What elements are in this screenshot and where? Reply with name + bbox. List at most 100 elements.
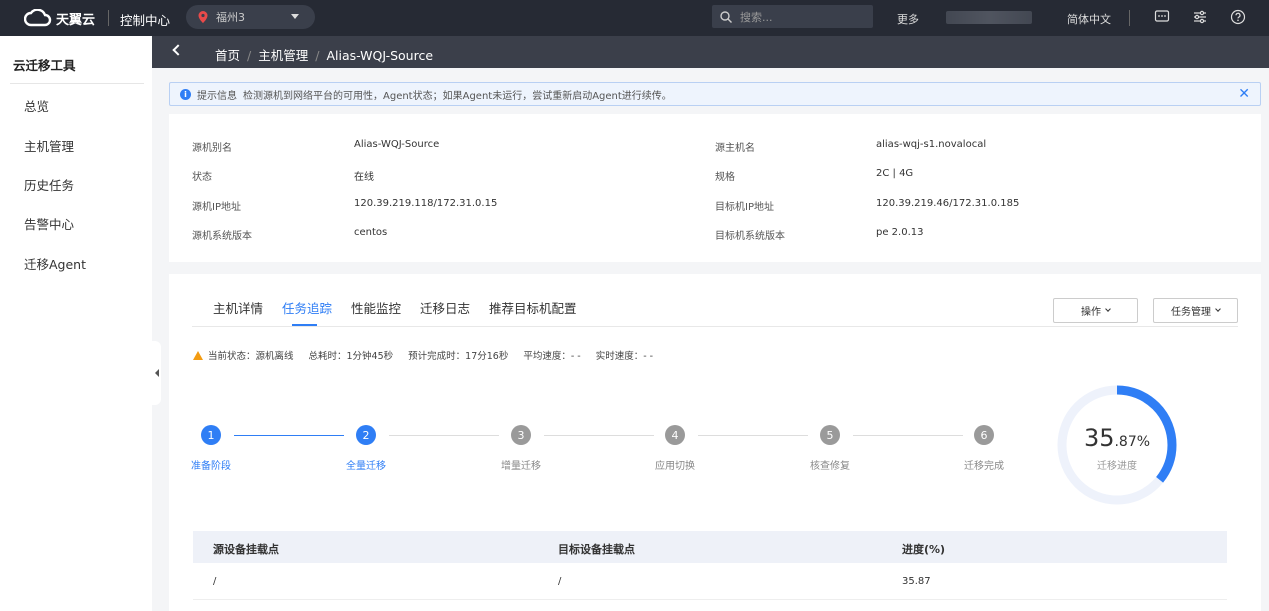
- step-6-label: 迁移完成: [964, 461, 1004, 472]
- realtime-speed: 实时速度：- -: [595, 351, 654, 362]
- label-source-ip: 源机IP地址: [192, 202, 241, 213]
- region-label: 福州3: [216, 11, 245, 24]
- breadcrumb: 首页 / 主机管理 / Alias-WQJ-Source: [215, 48, 434, 63]
- tab-task-tracking[interactable]: 任务追踪: [282, 298, 332, 317]
- column-header-source-mount: 源设备挂载点: [213, 543, 279, 556]
- cell-source-mount: /: [213, 576, 217, 587]
- progress-percent-int: 35: [1083, 424, 1115, 452]
- sidebar-item-overview[interactable]: 总览: [24, 96, 49, 115]
- step-connector: [544, 435, 654, 436]
- step-2-circle: 2: [356, 425, 376, 445]
- cloud-logo-icon: [24, 9, 52, 27]
- breadcrumb-host-management[interactable]: 主机管理: [258, 48, 308, 63]
- chevron-down-icon: [1215, 306, 1221, 312]
- step-3-circle: 3: [511, 425, 531, 445]
- sidebar-item-migration-agent[interactable]: 迁移Agent: [24, 254, 86, 273]
- tab-recommended-target-config[interactable]: 推荐目标机配置: [489, 298, 577, 317]
- sidebar-title: 云迁移工具: [13, 58, 76, 73]
- table-row: / / 35.87: [193, 563, 1227, 600]
- step-4-circle: 4: [665, 425, 685, 445]
- current-status: 当前状态：源机离线: [208, 351, 294, 362]
- column-header-progress: 进度(%): [902, 543, 946, 556]
- tab-divider: [192, 326, 1238, 327]
- cell-target-mount: /: [558, 576, 562, 587]
- close-icon[interactable]: ✕: [1238, 86, 1250, 102]
- value-source-os: centos: [354, 227, 388, 238]
- top-navbar: 天翼云 控制中心 福州3 搜索... 更多 简体中文: [0, 0, 1269, 36]
- alert-title: 提示信息: [197, 90, 237, 102]
- table-header: 源设备挂载点 目标设备挂载点 进度(%): [193, 531, 1227, 563]
- operate-label: 操作: [1081, 307, 1101, 318]
- progress-label: 迁移进度: [1097, 461, 1137, 472]
- value-spec: 2C | 4G: [876, 168, 914, 179]
- elapsed-time: 总耗时：1分钟45秒: [308, 351, 394, 362]
- value-target-os: pe 2.0.13: [876, 227, 924, 238]
- step-1-label: 准备阶段: [191, 461, 231, 472]
- step-6-circle: 6: [974, 425, 994, 445]
- search-placeholder: 搜索...: [740, 10, 773, 24]
- console-link[interactable]: 控制中心: [120, 10, 170, 29]
- cell-progress: 35.87: [902, 576, 931, 587]
- divider: [1129, 10, 1130, 26]
- tab-migration-log[interactable]: 迁移日志: [420, 298, 470, 317]
- breadcrumb-bar: 首页 / 主机管理 / Alias-WQJ-Source: [152, 36, 1269, 68]
- tab-performance-monitor[interactable]: 性能监控: [351, 298, 401, 317]
- label-target-os: 目标机系统版本: [715, 231, 785, 242]
- settings-sliders-icon[interactable]: [1192, 9, 1208, 25]
- step-connector: [234, 435, 344, 436]
- host-info-card: 源机别名 Alias-WQJ-Source 状态 在线 源机IP地址 120.3…: [169, 114, 1261, 262]
- value-status: 在线: [354, 172, 374, 183]
- average-speed: 平均速度：- -: [523, 351, 581, 362]
- info-icon: i: [180, 88, 191, 100]
- label-source-hostname: 源主机名: [715, 143, 755, 154]
- label-spec: 规格: [715, 172, 735, 183]
- message-icon[interactable]: [1154, 9, 1170, 25]
- sidebar: 云迁移工具 总览 主机管理 历史任务 告警中心 迁移Agent: [0, 36, 152, 611]
- warning-icon: [193, 350, 203, 360]
- more-menu[interactable]: 更多: [897, 11, 919, 27]
- sidebar-item-history-tasks[interactable]: 历史任务: [24, 175, 74, 194]
- breadcrumb-home[interactable]: 首页: [215, 48, 240, 63]
- progress-percent: 35.87%: [1056, 424, 1178, 452]
- label-status: 状态: [192, 172, 212, 183]
- step-connector: [853, 435, 963, 436]
- task-management-label: 任务管理: [1171, 307, 1211, 318]
- search-input[interactable]: 搜索...: [712, 5, 873, 28]
- progress-percent-decimal: .87%: [1114, 434, 1151, 450]
- alert-text: 检测源机到网络平台的可用性，Agent状态；如果Agent未运行，尝试重新启动A…: [243, 90, 672, 102]
- brand-name: 天翼云: [56, 12, 96, 28]
- operate-dropdown-button[interactable]: 操作: [1053, 298, 1138, 323]
- language-switch[interactable]: 简体中文: [1067, 11, 1111, 27]
- sidebar-item-alarm-center[interactable]: 告警中心: [24, 214, 74, 233]
- search-icon: [720, 10, 732, 23]
- step-3-label: 增量迁移: [501, 461, 541, 472]
- chevron-down-icon: [1105, 306, 1111, 312]
- step-connector: [698, 435, 808, 436]
- help-icon[interactable]: [1230, 9, 1246, 25]
- value-source-ip: 120.39.219.118/172.31.0.15: [354, 198, 498, 209]
- divider: [108, 10, 109, 26]
- value-target-ip: 120.39.219.46/172.31.0.185: [876, 198, 1020, 209]
- column-header-target-mount: 目标设备挂载点: [558, 543, 635, 556]
- divider: [10, 83, 144, 84]
- info-alert: i 提示信息 检测源机到网络平台的可用性，Agent状态；如果Agent未运行，…: [169, 82, 1261, 106]
- task-tracking-card: 主机详情 任务追踪 性能监控 迁移日志 推荐目标机配置 操作 任务管理 当前状态…: [169, 274, 1261, 611]
- back-arrow-icon[interactable]: [172, 44, 184, 56]
- value-source-alias: Alias-WQJ-Source: [354, 139, 440, 150]
- tab-host-details[interactable]: 主机详情: [213, 298, 263, 317]
- sidebar-collapse-handle[interactable]: [152, 341, 161, 405]
- step-4-label: 应用切换: [655, 461, 695, 472]
- account-name-redacted[interactable]: [946, 11, 1032, 24]
- value-source-hostname: alias-wqj-s1.novalocal: [876, 139, 987, 150]
- region-selector[interactable]: 福州3: [186, 5, 315, 29]
- status-row: 当前状态：源机离线 总耗时：1分钟45秒 预计完成时：17分16秒 平均速度：-…: [193, 348, 668, 362]
- task-management-dropdown-button[interactable]: 任务管理: [1153, 298, 1238, 323]
- sidebar-item-host-management[interactable]: 主机管理: [24, 136, 74, 155]
- step-5-circle: 5: [820, 425, 840, 445]
- step-2-label: 全量迁移: [346, 461, 386, 472]
- brand-logo[interactable]: 天翼云: [24, 6, 95, 30]
- step-connector: [389, 435, 499, 436]
- estimated-completion: 预计完成时：17分16秒: [408, 351, 509, 362]
- label-target-ip: 目标机IP地址: [715, 202, 774, 213]
- breadcrumb-current: Alias-WQJ-Source: [326, 48, 434, 63]
